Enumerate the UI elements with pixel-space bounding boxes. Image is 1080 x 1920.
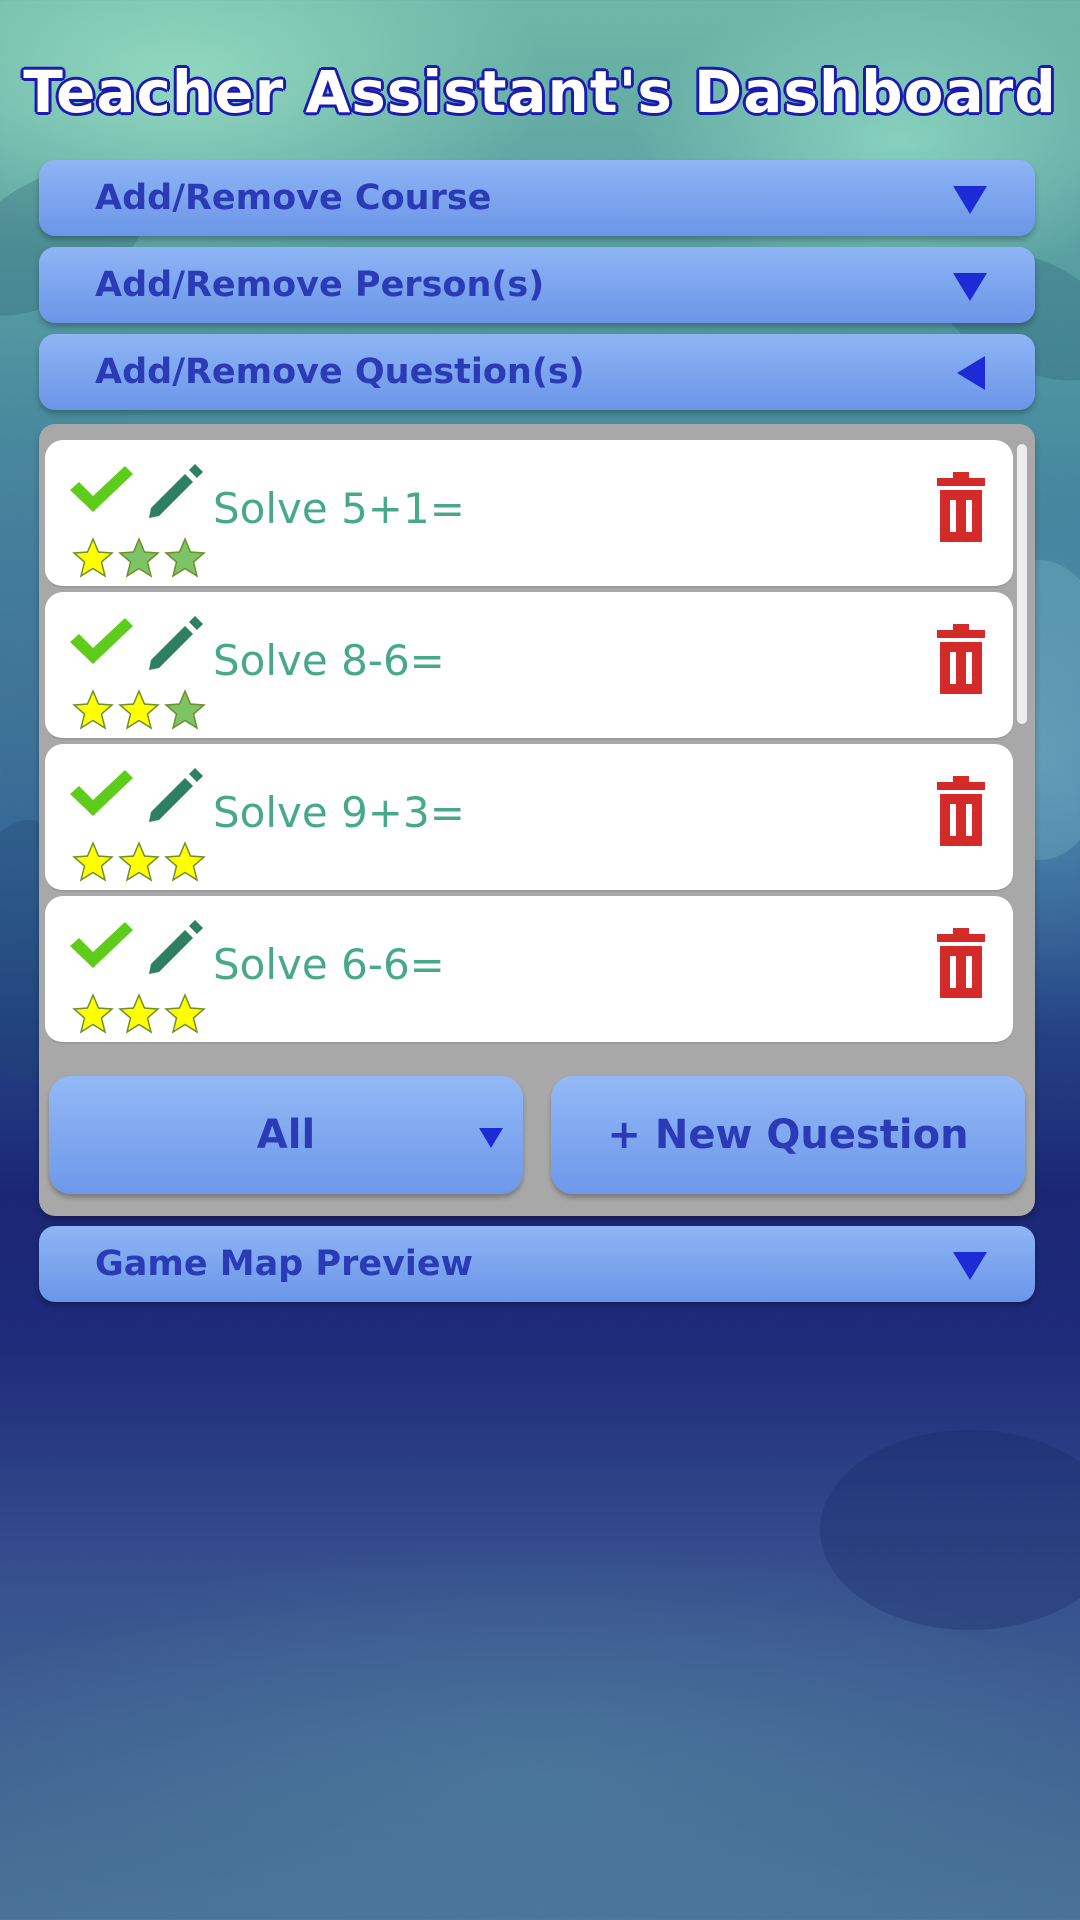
star-icon (163, 840, 207, 884)
accordion-add-remove-questions[interactable]: Add/Remove Question(s) (39, 334, 1035, 410)
pencil-icon[interactable] (145, 614, 205, 674)
star-icon (71, 840, 115, 884)
filter-label: All (256, 1112, 316, 1158)
caret-down-icon (953, 1252, 987, 1280)
accordion-label: Add/Remove Person(s) (95, 265, 545, 305)
accordion-label: Add/Remove Course (95, 178, 492, 218)
accordion-label: Add/Remove Question(s) (95, 352, 585, 392)
question-text: Solve 5+1= (213, 484, 465, 533)
pencil-icon[interactable] (145, 766, 205, 826)
question-item[interactable]: Solve 5+1= (45, 440, 1013, 588)
star-icon (117, 688, 161, 732)
star-icon (71, 536, 115, 580)
question-item[interactable]: Solve 9+3= (45, 744, 1013, 892)
new-question-label: + New Question (607, 1112, 969, 1158)
questions-panel: Solve 5+1= Solve 8-6= Solve 9+3= Solve 6-6=… (39, 424, 1035, 1216)
check-icon[interactable] (67, 462, 135, 518)
check-icon[interactable] (67, 918, 135, 974)
caret-down-icon (953, 273, 987, 301)
star-icon (71, 688, 115, 732)
chevron-down-icon (479, 1128, 503, 1148)
difficulty-rating (71, 536, 207, 580)
question-text: Solve 8-6= (213, 636, 445, 685)
question-text: Solve 6-6= (213, 940, 445, 989)
star-icon (117, 536, 161, 580)
star-icon (71, 992, 115, 1036)
check-icon[interactable] (67, 614, 135, 670)
question-list: Solve 5+1= Solve 8-6= Solve 9+3= Solve 6-6= (45, 440, 1013, 1070)
star-icon (117, 840, 161, 884)
trash-icon[interactable] (937, 624, 985, 694)
new-question-button[interactable]: + New Question (551, 1076, 1025, 1194)
difficulty-rating (71, 992, 207, 1036)
star-icon (163, 688, 207, 732)
question-item[interactable]: Solve 8-6= (45, 592, 1013, 740)
scrollbar[interactable] (1017, 444, 1027, 724)
question-text: Solve 9+3= (213, 788, 465, 837)
filter-dropdown[interactable]: All (49, 1076, 523, 1194)
star-icon (163, 992, 207, 1036)
caret-down-icon (953, 186, 987, 214)
question-item[interactable]: Solve 6-6= (45, 896, 1013, 1044)
accordion-add-remove-persons[interactable]: Add/Remove Person(s) (39, 247, 1035, 323)
page-title: Teacher Assistant's Dashboard (23, 58, 1057, 126)
trash-icon[interactable] (937, 472, 985, 542)
caret-left-icon (957, 356, 985, 390)
trash-icon[interactable] (937, 776, 985, 846)
pencil-icon[interactable] (145, 462, 205, 522)
star-icon (163, 536, 207, 580)
accordion-label: Game Map Preview (95, 1244, 473, 1284)
difficulty-rating (71, 688, 207, 732)
check-icon[interactable] (67, 766, 135, 822)
difficulty-rating (71, 840, 207, 884)
pencil-icon[interactable] (145, 918, 205, 978)
accordion-add-remove-course[interactable]: Add/Remove Course (39, 160, 1035, 236)
star-icon (117, 992, 161, 1036)
trash-icon[interactable] (937, 928, 985, 998)
accordion-game-map-preview[interactable]: Game Map Preview (39, 1226, 1035, 1302)
